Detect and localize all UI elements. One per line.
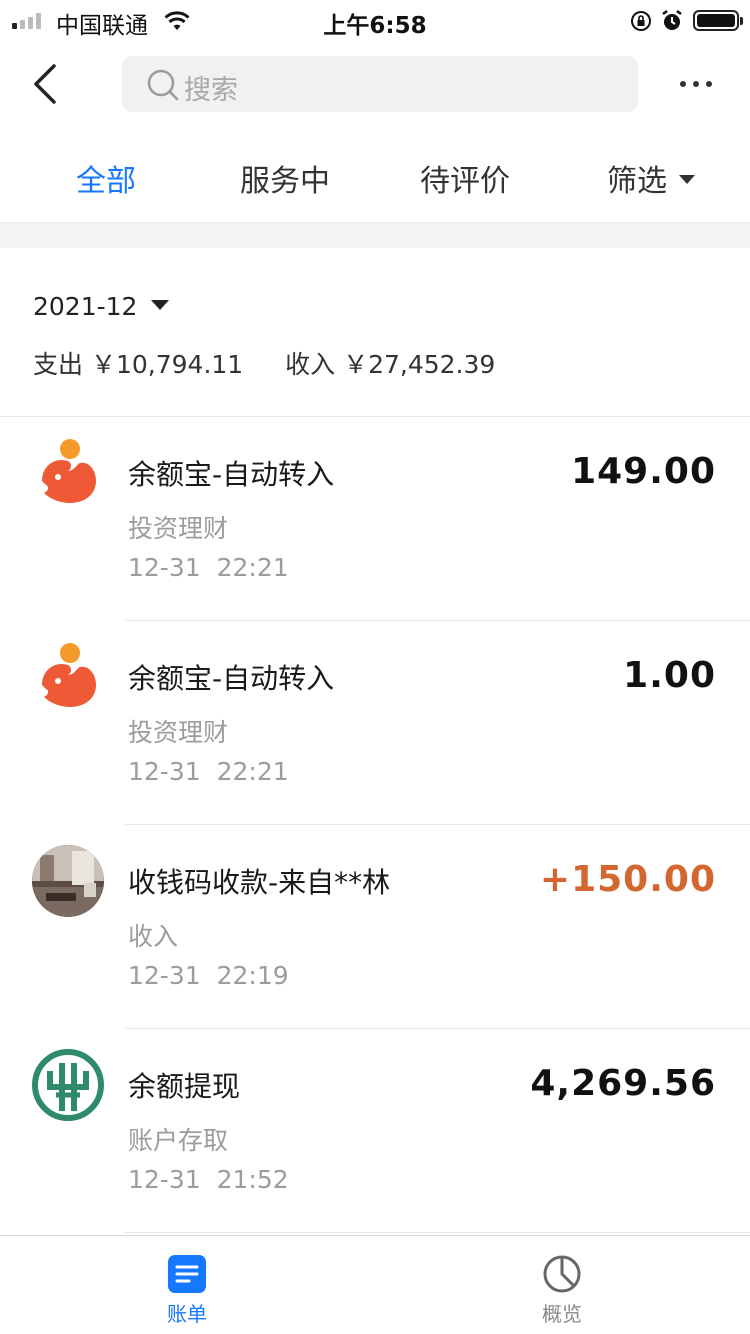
search-placeholder: 搜索 — [184, 75, 238, 106]
transaction-amount: 1.00 — [623, 655, 716, 696]
transaction-time: 12-31 22:21 — [128, 553, 289, 582]
transaction-title: 余额宝-自动转入 — [128, 458, 335, 491]
tab-pending-review[interactable]: 待评价 — [420, 156, 510, 200]
expense-label: 支出 — [33, 350, 84, 379]
tabbar-label: 账单 — [167, 1302, 207, 1326]
transaction-row[interactable]: 余额宝-自动转入 投资理财 12-31 22:21 149.00 — [0, 417, 750, 621]
yuebao-logo-icon — [42, 439, 96, 503]
filter-label: 筛选 — [607, 164, 667, 199]
transaction-time: 12-31 21:52 — [128, 1165, 289, 1194]
alarm-icon — [662, 10, 682, 30]
transaction-category: 投资理财 — [128, 718, 229, 747]
transaction-category: 投资理财 — [128, 514, 229, 543]
bill-icon — [168, 1255, 206, 1293]
filter-tabs: 全部 服务中 待评价 筛选 — [0, 140, 750, 222]
income-value: ￥27,452.39 — [343, 350, 496, 379]
search-input[interactable]: 搜索 — [122, 56, 638, 112]
yuebao-logo-icon — [42, 643, 96, 707]
transaction-title: 收钱码收款-来自**林 — [128, 866, 391, 899]
transaction-time: 12-31 22:19 — [128, 961, 289, 990]
month-label: 2021-12 — [33, 292, 138, 321]
caret-down-icon — [679, 175, 695, 184]
user-photo-avatar — [32, 845, 104, 917]
transaction-category: 账户存取 — [128, 1126, 229, 1155]
transaction-amount: 4,269.56 — [530, 1063, 716, 1104]
tabbar-label: 概览 — [542, 1302, 582, 1326]
more-options-button[interactable] — [676, 70, 716, 98]
transaction-amount: +150.00 — [539, 859, 716, 900]
tabbar-item-bills[interactable]: 账单 — [107, 1236, 267, 1334]
transaction-title: 余额提现 — [128, 1070, 241, 1103]
tab-all[interactable]: 全部 — [76, 156, 136, 200]
transaction-row[interactable]: 余额提现 账户存取 12-31 21:52 4,269.56 — [0, 1029, 750, 1233]
more-dots-icon — [680, 81, 686, 87]
pie-chart-icon — [543, 1255, 581, 1293]
tabbar-item-overview[interactable]: 概览 — [482, 1236, 642, 1334]
transaction-row[interactable]: 收钱码收款-来自**林 收入 12-31 22:19 +150.00 — [0, 825, 750, 1029]
transaction-row[interactable]: 余额宝-自动转入 投资理财 12-31 22:21 1.00 — [0, 621, 750, 825]
status-bar: 中国联通 上午6:58 — [0, 0, 750, 42]
month-selector[interactable]: 2021-12 — [33, 292, 170, 321]
caret-down-icon — [151, 300, 170, 310]
transaction-amount: 149.00 — [571, 451, 716, 492]
transaction-category: 收入 — [128, 922, 179, 951]
search-icon — [147, 69, 179, 101]
month-summary: 支出 ￥10,794.11 收入 ￥27,452.39 — [33, 345, 495, 381]
expense-value: ￥10,794.11 — [90, 350, 244, 379]
income-label: 收入 — [285, 350, 336, 379]
section-divider — [0, 222, 750, 248]
bottom-tab-bar: 账单 概览 — [0, 1235, 750, 1334]
row-divider — [125, 1232, 750, 1233]
transaction-title: 余额宝-自动转入 — [128, 662, 335, 695]
tab-in-service[interactable]: 服务中 — [240, 156, 330, 200]
transaction-time: 12-31 22:21 — [128, 757, 289, 786]
rotation-lock-icon — [631, 11, 651, 31]
battery-icon — [693, 10, 743, 31]
back-button[interactable] — [28, 62, 68, 106]
agricultural-bank-logo-icon — [32, 1049, 104, 1121]
filter-dropdown[interactable]: 筛选 — [607, 156, 695, 200]
